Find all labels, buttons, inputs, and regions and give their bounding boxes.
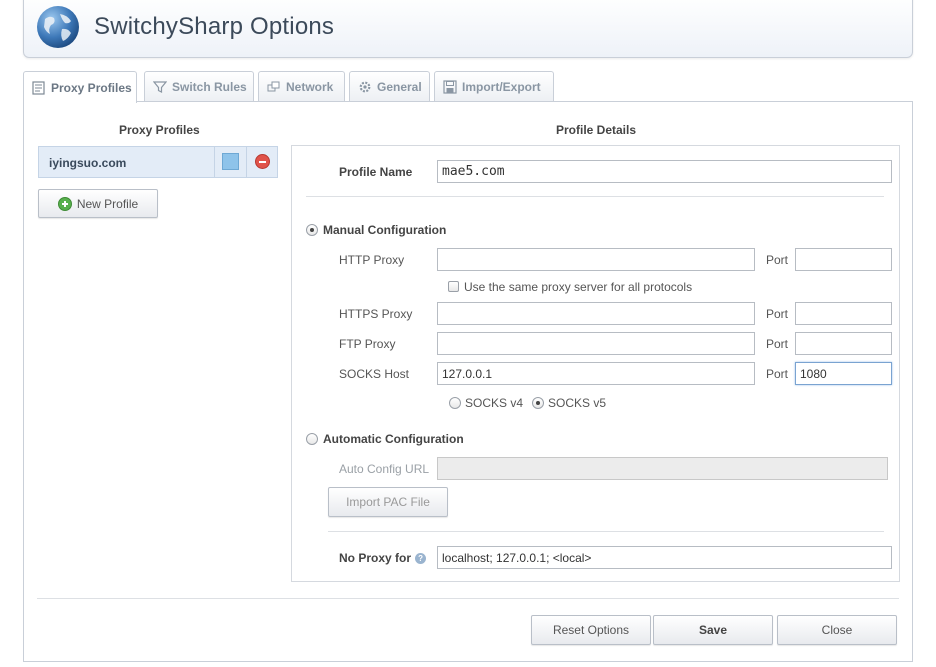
tab-label: Switch Rules: [172, 80, 247, 94]
socks-host-input[interactable]: 127.0.0.1: [437, 362, 755, 385]
auto-config-url-input[interactable]: [437, 457, 888, 480]
globe-logo-icon: [37, 6, 79, 48]
profiles-heading: Proxy Profiles: [119, 123, 200, 137]
profile-color-cell[interactable]: [214, 147, 246, 177]
ftp-proxy-label: FTP Proxy: [339, 337, 396, 351]
http-port-label: Port: [766, 253, 789, 267]
ftp-port-input[interactable]: [795, 332, 892, 355]
disk-icon: [443, 80, 457, 94]
profile-name: iyingsuo.com: [49, 156, 127, 170]
divider: [328, 531, 884, 532]
new-profile-label: New Profile: [76, 196, 139, 211]
new-profile-button[interactable]: New Profile: [38, 189, 158, 218]
https-port-label: Port: [766, 307, 789, 321]
socks-port-input[interactable]: 1080: [795, 362, 892, 385]
filter-icon: [153, 81, 167, 93]
socks-v4-label: SOCKS v4: [465, 396, 524, 410]
plus-icon: [57, 196, 72, 211]
help-icon[interactable]: ?: [415, 553, 427, 565]
app-title: SwitchySharp Options: [94, 13, 335, 40]
footer-divider: [37, 598, 899, 599]
app-header: SwitchySharp Options: [23, 0, 913, 58]
details-heading: Profile Details: [556, 123, 637, 137]
socks-v5-label: SOCKS v5: [548, 396, 607, 410]
no-proxy-label: No Proxy for?: [339, 551, 427, 565]
manual-config-radio[interactable]: [306, 224, 318, 236]
tab-label: General: [377, 80, 422, 94]
reset-options-button[interactable]: Reset Options: [531, 615, 651, 645]
auto-config-radio[interactable]: [306, 433, 318, 445]
https-port-input[interactable]: [795, 302, 892, 325]
tab-proxy-profiles[interactable]: Proxy Profiles: [23, 71, 137, 103]
divider: [306, 196, 884, 197]
same-proxy-label: Use the same proxy server for all protoc…: [464, 280, 693, 294]
color-swatch[interactable]: [222, 153, 239, 170]
ftp-port-label: Port: [766, 337, 789, 351]
tab-label: Proxy Profiles: [51, 80, 132, 95]
delete-icon[interactable]: [255, 154, 270, 169]
profile-name-label: Profile Name: [339, 165, 413, 179]
no-proxy-label-text: No Proxy for: [339, 551, 412, 565]
save-button[interactable]: Save: [653, 615, 773, 645]
same-proxy-checkbox[interactable]: [448, 281, 459, 292]
socks-port-label: Port: [766, 367, 789, 381]
auto-config-url-label: Auto Config URL: [339, 462, 430, 476]
socks-v5-radio[interactable]: [532, 397, 544, 409]
proxy-profiles-panel: Proxy Profiles Profile Details iyingsuo.…: [23, 101, 913, 662]
tab-network[interactable]: Network: [258, 71, 345, 102]
socks-host-label: SOCKS Host: [339, 367, 410, 381]
network-icon: [267, 81, 280, 92]
ftp-proxy-input[interactable]: [437, 332, 755, 355]
profile-name-input[interactable]: mae5.com: [437, 160, 892, 183]
delete-profile-cell[interactable]: [246, 147, 278, 177]
socks-v4-radio[interactable]: [449, 397, 461, 409]
gear-icon: [359, 81, 371, 93]
close-button[interactable]: Close: [777, 615, 897, 645]
http-proxy-label: HTTP Proxy: [339, 253, 405, 267]
profile-list-item[interactable]: iyingsuo.com: [38, 146, 278, 178]
http-port-input[interactable]: [795, 248, 892, 271]
https-proxy-label: HTTPS Proxy: [339, 307, 413, 321]
tab-import-export[interactable]: Import/Export: [434, 71, 554, 102]
tab-switch-rules[interactable]: Switch Rules: [144, 71, 254, 102]
http-proxy-input[interactable]: [437, 248, 755, 271]
profile-details: Profile Name mae5.com Manual Configurati…: [291, 145, 900, 582]
import-pac-button[interactable]: Import PAC File: [328, 487, 448, 517]
https-proxy-input[interactable]: [437, 302, 755, 325]
manual-config-label: Manual Configuration: [323, 223, 447, 237]
auto-config-label: Automatic Configuration: [323, 432, 464, 446]
tab-label: Import/Export: [462, 80, 541, 94]
no-proxy-input[interactable]: localhost; 127.0.0.1; <local>: [437, 546, 892, 569]
tab-general[interactable]: General: [349, 71, 430, 102]
profiles-icon: [32, 80, 45, 95]
tab-label: Network: [286, 80, 334, 94]
